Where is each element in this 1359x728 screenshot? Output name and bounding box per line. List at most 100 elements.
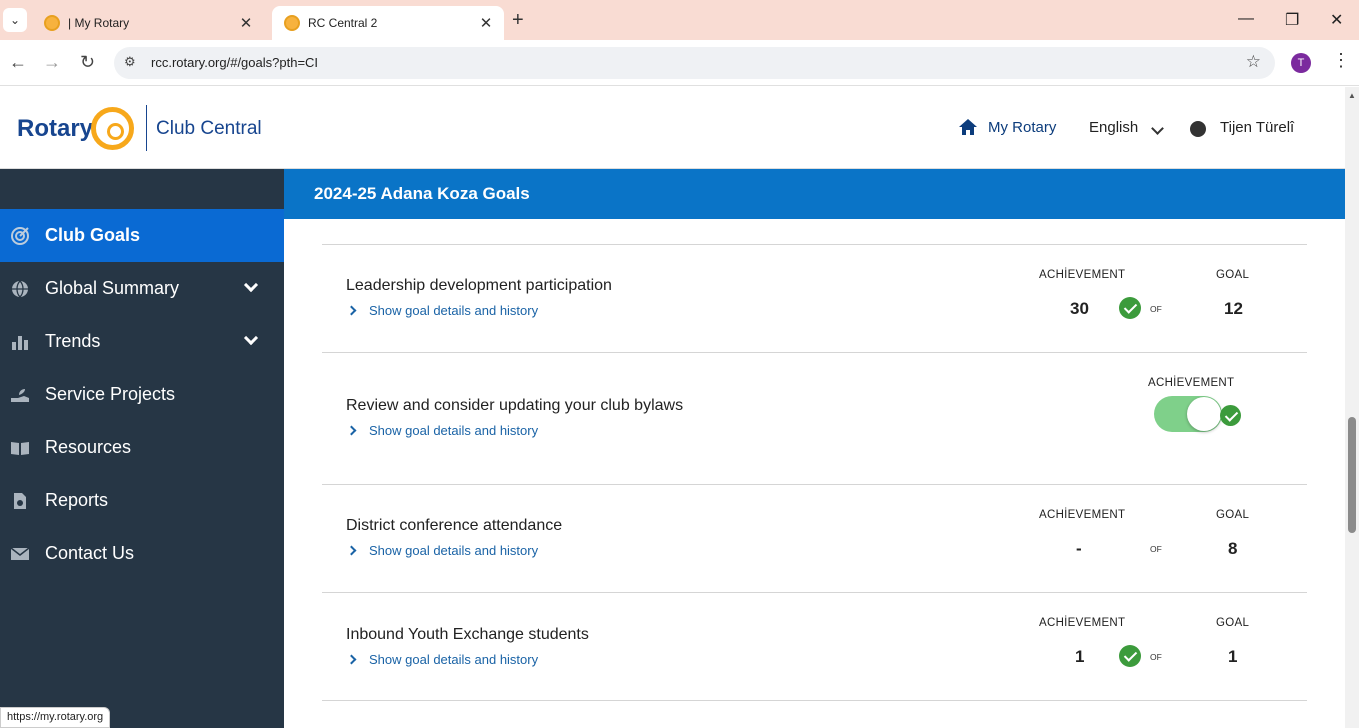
show-details-link[interactable]: Show goal details and history [346,543,538,558]
minimize-icon[interactable]: — [1238,10,1254,28]
scroll-up-icon[interactable]: ▲ [1348,91,1356,100]
divider [322,592,1307,593]
chevron-right-icon [346,305,357,316]
site-header: Rotary Club Central My Rotary English Ti… [0,87,1345,169]
close-tab-icon[interactable]: ✕ [236,14,256,32]
achievement-label: ACHİEVEMENT [1039,269,1126,281]
url-text: rcc.rotary.org/#/goals?pth=CI [151,55,319,70]
sidebar: Club Goals Global Summary Trends Service… [0,169,284,728]
logo-divider [146,105,147,151]
user-icon [1190,121,1206,137]
forward-icon[interactable]: → [43,52,61,73]
globe-icon [10,280,30,298]
goal-label: GOAL [1216,509,1250,521]
chevron-down-icon[interactable] [243,277,259,293]
sidebar-item-global-summary[interactable]: Global Summary [0,262,284,315]
achievement-value: - [1076,539,1082,558]
check-circle-icon [1220,405,1241,426]
goal-title: Review and consider updating your club b… [346,397,684,414]
check-circle-icon [1119,297,1141,319]
of-label: OF [1150,652,1162,662]
target-icon [10,226,30,245]
envelope-icon [10,545,30,563]
achievement-label: ACHİEVEMENT [1039,509,1126,521]
divider [322,700,1307,701]
bar-chart-icon [10,333,30,351]
app-name[interactable]: Club Central [156,118,262,140]
of-label: OF [1150,304,1162,314]
sidebar-item-service-projects[interactable]: Service Projects [0,368,284,421]
sidebar-item-label: Service Projects [45,384,176,404]
address-bar[interactable]: ⚙ rcc.rotary.org/#/goals?pth=CI ☆ [114,47,1275,79]
browser-tab-bar: ⌄ | My Rotary ✕ RC Central 2 ✕ + — ❐ ✕ [0,0,1359,40]
goal-value: 8 [1228,539,1238,558]
goals-banner: 2024-25 Adana Koza Goals [284,169,1345,219]
toggle-knob [1187,397,1221,431]
report-icon [10,492,30,510]
user-name[interactable]: Tijen Türelî [1220,119,1294,136]
of-label: OF [1150,544,1162,554]
rotary-logo-text[interactable]: Rotary [17,115,93,143]
profile-avatar[interactable]: T [1291,53,1311,73]
sidebar-item-label: Club Goals [45,225,141,245]
language-select[interactable]: English [1089,119,1138,136]
goal-label: GOAL [1216,617,1250,629]
rotary-favicon-icon [284,15,300,31]
book-icon [10,439,30,457]
goals-list: Leadership development participation Sho… [284,219,1345,728]
sidebar-item-label: Trends [45,331,101,351]
sidebar-item-label: Contact Us [45,543,135,563]
show-details-link[interactable]: Show goal details and history [346,423,538,438]
sidebar-item-reports[interactable]: Reports [0,474,284,527]
divider [322,244,1307,245]
chevron-right-icon [346,545,357,556]
check-circle-icon [1119,645,1141,667]
sidebar-item-label: Resources [45,437,132,457]
divider [322,484,1307,485]
sidebar-item-resources[interactable]: Resources [0,421,284,474]
hand-plant-icon [10,386,30,404]
achievement-label: ACHİEVEMENT [1039,617,1126,629]
chevron-right-icon [346,425,357,436]
maximize-icon[interactable]: ❐ [1285,10,1299,30]
page-title: 2024-25 Adana Koza Goals [314,184,530,203]
browser-tab-rc-central[interactable]: RC Central 2 ✕ [272,6,504,40]
goal-label: GOAL [1216,269,1250,281]
reload-icon[interactable]: ↻ [80,52,95,73]
achievement-toggle[interactable] [1154,396,1222,432]
achievement-value: 1 [1075,647,1085,666]
status-url-tooltip: https://my.rotary.org [0,707,111,728]
page-scrollbar[interactable]: ▲ [1345,87,1359,728]
scrollbar-thumb[interactable] [1348,417,1356,533]
chevron-down-icon [1151,120,1164,138]
goal-title: Leadership development participation [346,277,612,294]
divider [322,352,1307,353]
tab-search-button[interactable]: ⌄ [3,8,27,32]
sidebar-item-club-goals[interactable]: Club Goals [0,209,284,262]
tab-label: | My Rotary [68,16,130,30]
chevron-right-icon [346,654,357,665]
site-info-icon[interactable]: ⚙ [124,54,136,70]
chevron-down-icon[interactable] [243,330,259,346]
sidebar-item-label: Global Summary [45,278,180,298]
tab-label: RC Central 2 [308,16,378,30]
home-icon [959,119,977,135]
goal-value: 1 [1228,647,1238,666]
achievement-label: ACHİEVEMENT [1148,377,1235,389]
browser-toolbar: ← → ↻ ⚙ rcc.rotary.org/#/goals?pth=CI ☆ … [0,40,1359,86]
new-tab-icon[interactable]: + [512,9,524,32]
my-rotary-link[interactable]: My Rotary [988,119,1056,136]
show-details-link[interactable]: Show goal details and history [346,652,538,667]
back-icon[interactable]: ← [9,52,27,73]
sidebar-item-label: Reports [45,490,109,510]
browser-menu-icon[interactable]: ⋮ [1332,50,1350,71]
bookmark-star-icon[interactable]: ☆ [1246,52,1261,72]
sidebar-item-trends[interactable]: Trends [0,315,284,368]
browser-tab-my-rotary[interactable]: | My Rotary ✕ [32,6,264,40]
close-tab-icon[interactable]: ✕ [476,14,496,32]
show-details-link[interactable]: Show goal details and history [346,303,538,318]
goal-value: 12 [1224,299,1243,318]
achievement-value: 30 [1070,299,1089,318]
sidebar-item-contact-us[interactable]: Contact Us [0,527,284,580]
close-window-icon[interactable]: ✕ [1330,10,1343,30]
